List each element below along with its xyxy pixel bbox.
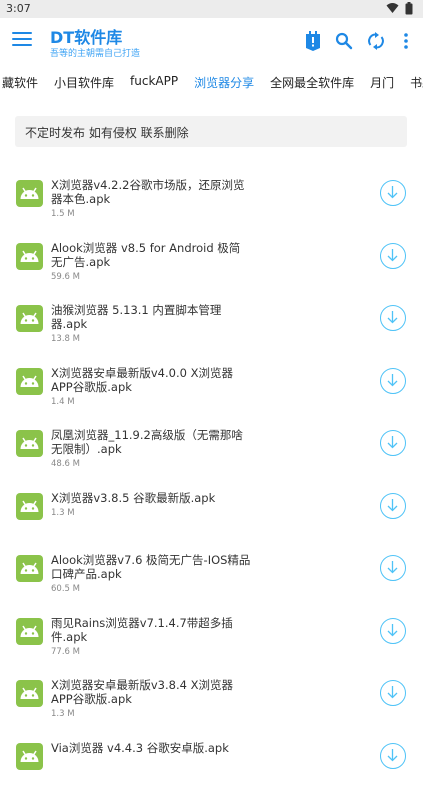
- file-name: 凤凰浏览器_11.9.2高级版（无需那啥无限制）.apk: [51, 428, 251, 456]
- android-icon: [16, 680, 43, 707]
- file-name: X浏览器安卓最新版v4.0.0 X浏览器APP谷歌版.apk: [51, 366, 251, 394]
- tab-fuckapp[interactable]: fuckAPP: [122, 66, 186, 98]
- list-item[interactable]: Via浏览器 v4.4.3 谷歌安卓版.apk: [0, 733, 423, 795]
- tab-browser-share[interactable]: 浏览器分享: [186, 66, 262, 98]
- file-size: 13.8 M: [51, 334, 80, 344]
- status-time: 3:07: [6, 2, 31, 15]
- list-item[interactable]: 油猴浏览器 5.13.1 内置脚本管理器.apk 13.8 M: [0, 295, 423, 358]
- file-list: X浏览器v4.2.2谷歌市场版，还原浏览器本色.apk 1.5 M Alook浏…: [0, 170, 423, 795]
- app-title: DT软件库: [50, 24, 122, 48]
- download-button[interactable]: [380, 493, 406, 519]
- app-bar: DT软件库 吾等的主朝需自己打造: [0, 18, 423, 66]
- list-item[interactable]: Alook浏览器 v8.5 for Android 极简无广告.apk 59.6…: [0, 233, 423, 296]
- download-button[interactable]: [380, 180, 406, 206]
- battery-icon: [405, 2, 413, 15]
- file-name: 雨见Rains浏览器v7.1.4.7带超多插件.apk: [51, 616, 251, 644]
- list-item[interactable]: X浏览器安卓最新版v3.8.4 X浏览器APP谷歌版.apk 1.3 M: [0, 670, 423, 733]
- tab-cang-software[interactable]: 藏软件: [0, 66, 46, 98]
- list-item[interactable]: 雨见Rains浏览器v7.1.4.7带超多插件.apk 77.6 M: [0, 608, 423, 671]
- more-options-icon[interactable]: [395, 30, 417, 52]
- list-item[interactable]: Alook浏览器v7.6 极简无广告-IOS精品口碑产品.apk 60.5 M: [0, 545, 423, 608]
- download-button[interactable]: [380, 368, 406, 394]
- file-size: 60.5 M: [51, 584, 80, 594]
- search-icon[interactable]: [333, 30, 355, 52]
- android-icon: [16, 305, 43, 332]
- download-button[interactable]: [380, 618, 406, 644]
- wifi-icon: [386, 2, 399, 15]
- tab-shusen[interactable]: 书森软: [402, 66, 423, 98]
- list-item[interactable]: X浏览器安卓最新版v4.0.0 X浏览器APP谷歌版.apk 1.4 M: [0, 358, 423, 421]
- android-icon: [16, 243, 43, 270]
- android-icon: [16, 180, 43, 207]
- download-button[interactable]: [380, 743, 406, 769]
- android-icon: [16, 743, 43, 770]
- list-item[interactable]: X浏览器v3.8.5 谷歌最新版.apk 1.3 M: [0, 483, 423, 546]
- tab-xiaomu-library[interactable]: 小目软件库: [46, 66, 122, 98]
- list-item[interactable]: X浏览器v4.2.2谷歌市场版，还原浏览器本色.apk 1.5 M: [0, 170, 423, 233]
- download-button[interactable]: [380, 680, 406, 706]
- android-icon: [16, 493, 43, 520]
- notice-banner: 不定时发布 如有侵权 联系删除: [15, 116, 407, 147]
- file-size: 59.6 M: [51, 272, 80, 282]
- file-name: Alook浏览器 v8.5 for Android 极简无广告.apk: [51, 241, 251, 269]
- file-name: X浏览器安卓最新版v3.8.4 X浏览器APP谷歌版.apk: [51, 678, 251, 706]
- file-size: 1.3 M: [51, 709, 75, 719]
- file-name: Via浏览器 v4.4.3 谷歌安卓版.apk: [51, 741, 251, 755]
- tab-full-software-library[interactable]: 全网最全软件库: [262, 66, 362, 98]
- tab-yuemen[interactable]: 月门: [362, 66, 402, 98]
- refresh-icon[interactable]: [365, 30, 387, 52]
- download-button[interactable]: [380, 305, 406, 331]
- file-name: X浏览器v4.2.2谷歌市场版，还原浏览器本色.apk: [51, 178, 251, 206]
- menu-icon[interactable]: [12, 32, 32, 48]
- file-size: 1.4 M: [51, 397, 75, 407]
- android-icon: [16, 555, 43, 582]
- file-size: 77.6 M: [51, 647, 80, 657]
- status-bar: 3:07: [0, 0, 423, 18]
- download-button[interactable]: [380, 430, 406, 456]
- file-size: 1.5 M: [51, 209, 75, 219]
- android-icon: [16, 368, 43, 395]
- download-button[interactable]: [380, 243, 406, 269]
- list-item[interactable]: 凤凰浏览器_11.9.2高级版（无需那啥无限制）.apk 48.6 M: [0, 420, 423, 483]
- download-button[interactable]: [380, 555, 406, 581]
- app-subtitle: 吾等的主朝需自己打造: [50, 46, 140, 59]
- android-icon: [16, 430, 43, 457]
- file-name: 油猴浏览器 5.13.1 内置脚本管理器.apk: [51, 303, 251, 331]
- android-icon: [16, 618, 43, 645]
- file-name: X浏览器v3.8.5 谷歌最新版.apk: [51, 491, 251, 505]
- file-name: Alook浏览器v7.6 极简无广告-IOS精品口碑产品.apk: [51, 553, 251, 581]
- file-size: 48.6 M: [51, 459, 80, 469]
- notice-text: 不定时发布 如有侵权 联系删除: [25, 126, 189, 140]
- category-tabs: 藏软件 小目软件库 fuckAPP 浏览器分享 全网最全软件库 月门 书森软: [0, 66, 423, 98]
- file-size: 1.3 M: [51, 508, 75, 518]
- notice-icon[interactable]: [302, 30, 324, 52]
